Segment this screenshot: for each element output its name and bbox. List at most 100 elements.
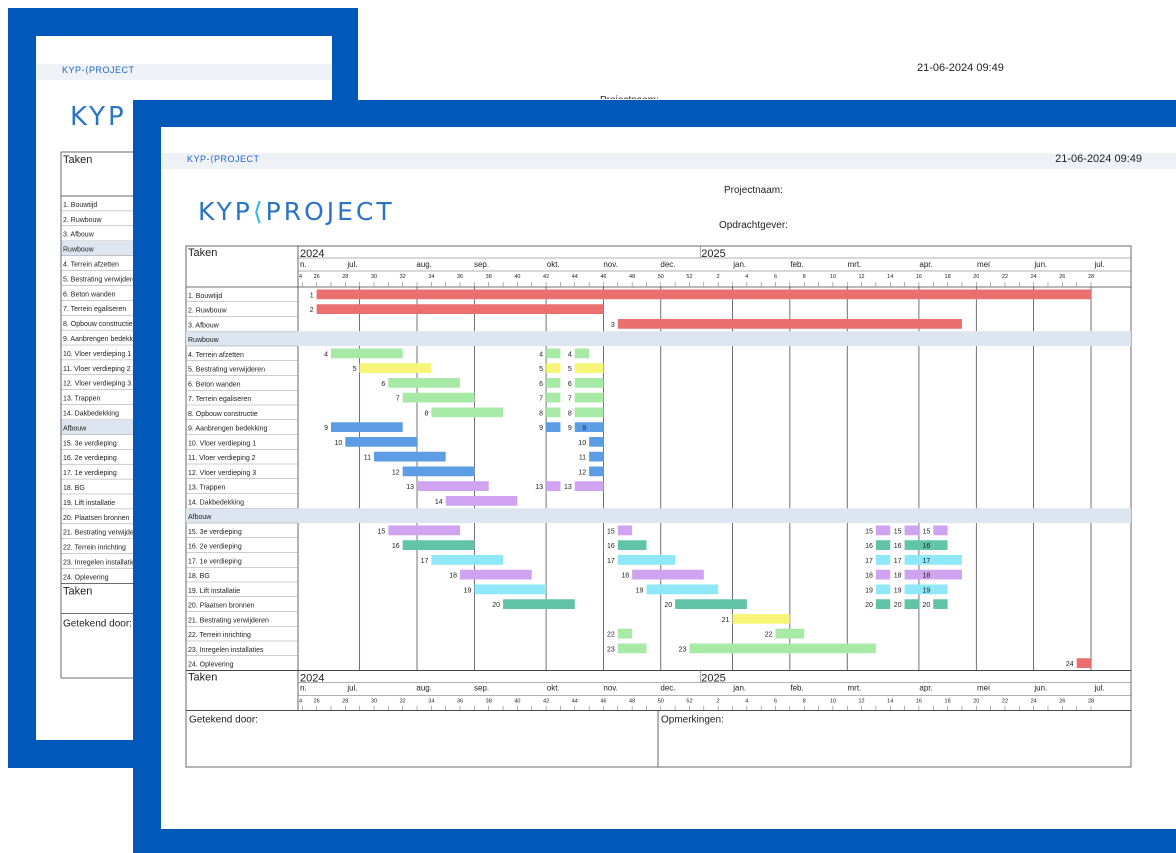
task-label[interactable]: 19. Lift installatie (188, 588, 240, 595)
task-bar[interactable] (546, 378, 561, 388)
month-label: jul. (346, 260, 357, 269)
task-bar[interactable] (875, 569, 891, 580)
task-bar[interactable] (546, 407, 561, 418)
back-task-label: 20. Plaatsen bronnen (63, 515, 130, 522)
task-bar[interactable] (617, 525, 633, 536)
task-label[interactable]: 12. Vloer verdieping 3 (188, 470, 256, 477)
task-label[interactable]: 24. Oplevering (188, 662, 234, 669)
task-bar[interactable] (875, 599, 891, 609)
task-bar[interactable] (402, 466, 475, 477)
task-label[interactable]: 9. Aanbrengen bedekking (188, 426, 268, 433)
task-bar[interactable] (316, 289, 1092, 300)
task-bar[interactable] (646, 584, 719, 595)
task-bar[interactable] (546, 392, 561, 403)
task-bar[interactable] (617, 643, 647, 654)
task-bar[interactable] (617, 319, 962, 329)
task-bar[interactable] (316, 304, 604, 314)
task-label[interactable]: 20. Plaatsen bronnen (188, 603, 255, 610)
task-bar[interactable] (617, 555, 676, 565)
task-bar[interactable] (689, 643, 876, 654)
task-bar[interactable] (933, 525, 948, 536)
task-label[interactable]: 13. Trappen (188, 485, 225, 492)
task-bar[interactable] (933, 569, 962, 580)
task-bar[interactable] (574, 481, 604, 491)
task-label[interactable]: 23. Inregelen installaties (188, 647, 264, 654)
task-bar[interactable] (546, 481, 561, 491)
task-bar[interactable] (632, 569, 704, 580)
task-label[interactable]: 18. BG (188, 573, 210, 580)
task-bar[interactable] (589, 466, 604, 477)
task-bar[interactable] (388, 525, 461, 536)
task-bar[interactable] (445, 496, 518, 506)
task-bar[interactable] (875, 555, 891, 565)
task-bar[interactable] (546, 363, 561, 373)
footer-week-label: 22 (1002, 699, 1008, 705)
task-bar[interactable] (402, 540, 475, 550)
task-bar[interactable] (875, 525, 891, 536)
task-bar[interactable] (875, 540, 891, 550)
task-bar[interactable] (503, 599, 575, 609)
task-bar[interactable] (933, 584, 948, 595)
task-bar[interactable] (933, 599, 948, 609)
task-bar[interactable] (417, 481, 489, 491)
footer-week-label: 52 (686, 699, 692, 705)
task-bar-number: 5 (568, 366, 572, 373)
task-bar-number: 20 (492, 602, 500, 609)
task-bar-number: 15 (894, 528, 902, 535)
task-bar-number: 13 (535, 484, 543, 491)
task-label[interactable]: 17. 1e verdieping (188, 558, 242, 565)
task-label[interactable]: 8. Opbouw constructie (188, 411, 258, 418)
task-label[interactable]: 11. Vloer verdieping 2 (188, 455, 256, 462)
task-label[interactable]: 15. 3e verdieping (188, 529, 242, 536)
task-bar[interactable] (330, 422, 403, 432)
task-label[interactable]: Afbouw (188, 514, 212, 521)
task-bar[interactable] (1076, 658, 1092, 668)
task-bar[interactable] (589, 422, 604, 432)
task-label[interactable]: Ruwbouw (188, 337, 220, 344)
signed-by-label[interactable]: Getekend door: (189, 715, 258, 726)
task-bar[interactable] (574, 363, 604, 373)
task-label[interactable]: 10. Vloer verdieping 1 (188, 440, 256, 447)
task-bar[interactable] (388, 378, 461, 388)
task-bar[interactable] (402, 392, 475, 403)
task-bar[interactable] (574, 407, 604, 418)
task-label[interactable]: 5. Bestrating verwijderen (188, 367, 265, 374)
task-bar[interactable] (617, 628, 633, 639)
task-bar[interactable] (546, 422, 561, 432)
task-label[interactable]: 2. Ruwbouw (188, 308, 227, 315)
task-label[interactable]: 21. Bestrating verwijderen (188, 617, 269, 624)
task-bar[interactable] (431, 407, 504, 418)
remarks-label[interactable]: Opmerkingen: (661, 715, 724, 726)
task-bar[interactable] (732, 614, 790, 624)
task-bar[interactable] (675, 599, 747, 609)
task-label[interactable]: 16. 2e verdieping (188, 544, 242, 551)
task-bar[interactable] (775, 628, 805, 639)
task-bar[interactable] (431, 555, 504, 565)
task-label[interactable]: 6. Beton wanden (188, 381, 241, 388)
task-label[interactable]: 14. Dakbedekking (188, 499, 244, 506)
task-bar[interactable] (589, 451, 604, 462)
task-label[interactable]: 7. Terrein egaliseren (188, 396, 251, 403)
task-bar[interactable] (589, 437, 604, 447)
task-bar[interactable] (546, 348, 561, 359)
task-bar[interactable] (345, 437, 418, 447)
task-label[interactable]: 4. Terrein afzetten (188, 352, 244, 359)
task-label[interactable]: 22. Terrein inrichting (188, 632, 251, 639)
task-bar[interactable] (460, 569, 532, 580)
task-bar[interactable] (574, 378, 604, 388)
task-bar[interactable] (474, 584, 547, 595)
task-bar[interactable] (904, 525, 919, 536)
task-bar[interactable] (330, 348, 403, 359)
task-bar[interactable] (359, 363, 432, 373)
task-bar[interactable] (875, 584, 891, 595)
task-bar[interactable] (617, 540, 647, 550)
task-label[interactable]: 3. Afbouw (188, 322, 220, 329)
task-bar[interactable] (933, 540, 948, 550)
task-bar[interactable] (904, 599, 919, 609)
task-bar[interactable] (374, 451, 446, 462)
task-label[interactable]: 1. Bouwtijd (188, 293, 222, 300)
footer-week-label: 42 (543, 699, 549, 705)
task-bar[interactable] (933, 555, 962, 565)
task-bar[interactable] (574, 392, 604, 403)
task-bar[interactable] (574, 348, 590, 359)
